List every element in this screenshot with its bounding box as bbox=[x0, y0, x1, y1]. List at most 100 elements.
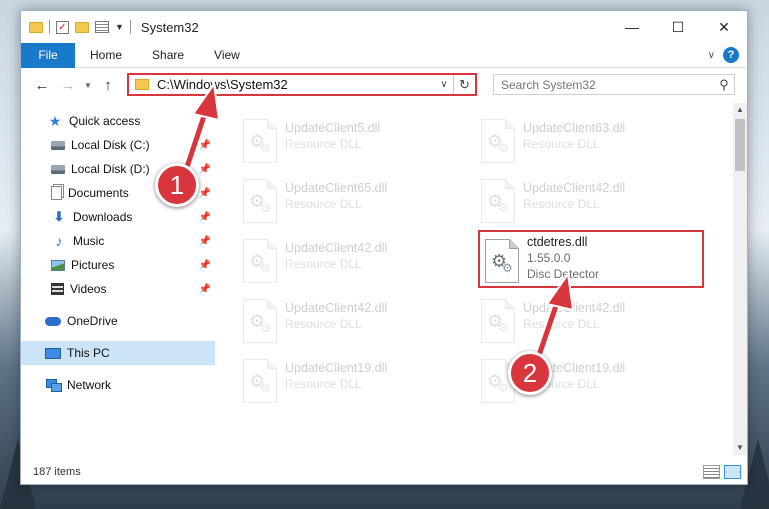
sidebar-item-videos[interactable]: Videos 📌 bbox=[21, 277, 215, 301]
sidebar-item-label: Quick access bbox=[69, 114, 141, 128]
title-bar: ✓ ▼ System32 — ☐ ✕ bbox=[21, 11, 747, 43]
file-type: Resource DLL bbox=[523, 317, 600, 331]
sidebar-item-downloads[interactable]: ⬇ Downloads 📌 bbox=[21, 205, 215, 229]
sidebar-item-music[interactable]: ♪ Music 📌 bbox=[21, 229, 215, 253]
large-icons-view-icon[interactable] bbox=[724, 465, 741, 479]
file-name: UpdateClient42.dll bbox=[285, 241, 388, 255]
back-arrow-icon[interactable]: ← bbox=[29, 77, 55, 94]
ribbon-right-controls: ∨ ? bbox=[708, 47, 739, 63]
list-item[interactable]: ⚙ ⚙ UpdateClient42.dll Resource DLL bbox=[475, 295, 705, 349]
file-type: Resource DLL bbox=[523, 197, 600, 211]
pin-icon[interactable]: 📌 bbox=[199, 188, 211, 199]
help-icon[interactable]: ? bbox=[723, 47, 739, 63]
view-toggle bbox=[703, 465, 741, 479]
list-item[interactable]: ⚙ ⚙ UpdateClient63.dll Resource DLL bbox=[475, 115, 705, 169]
recent-locations-dropdown-icon[interactable]: ▼ bbox=[81, 81, 95, 90]
file-type: Resource DLL bbox=[285, 137, 362, 151]
file-type: Resource DLL bbox=[285, 257, 362, 271]
scroll-down-icon[interactable]: ▼ bbox=[733, 441, 747, 455]
pin-icon[interactable]: 📌 bbox=[199, 260, 211, 271]
up-arrow-icon[interactable]: ↑ bbox=[95, 77, 121, 94]
search-box[interactable]: ⚲ bbox=[493, 74, 735, 95]
pin-icon[interactable]: 📌 bbox=[199, 284, 211, 295]
list-item[interactable]: ⚙ ⚙ UpdateClient42.dll Resource DLL bbox=[237, 295, 467, 349]
search-icon[interactable]: ⚲ bbox=[714, 77, 734, 93]
pin-icon[interactable]: 📌 bbox=[199, 236, 211, 247]
file-type: Resource DLL bbox=[285, 197, 362, 211]
maximize-button[interactable]: ☐ bbox=[655, 11, 701, 43]
list-item[interactable]: ⚙ ⚙ UpdateClient42.dll Resource DLL bbox=[475, 175, 705, 229]
star-icon: ★ bbox=[48, 112, 62, 129]
expand-ribbon-icon[interactable]: ∨ bbox=[708, 50, 715, 61]
list-item[interactable]: ⚙ ⚙ UpdateClient42.dll Resource DLL bbox=[237, 235, 467, 289]
dll-file-icon: ⚙ ⚙ bbox=[481, 119, 515, 163]
details-view-icon[interactable] bbox=[703, 465, 720, 479]
sidebar-item-local-disk-c[interactable]: Local Disk (C:) 📌 bbox=[21, 133, 215, 157]
dll-file-icon: ⚙ ⚙ bbox=[243, 239, 277, 283]
sidebar-item-label: Videos bbox=[70, 282, 107, 296]
refresh-icon[interactable]: ↻ bbox=[453, 75, 475, 94]
videos-icon bbox=[51, 283, 64, 295]
sidebar-item-label: Local Disk (C:) bbox=[71, 138, 150, 152]
pin-icon[interactable]: 📌 bbox=[199, 212, 211, 223]
step-2-badge: 2 bbox=[508, 351, 552, 395]
file-list: ⚙ ⚙ UpdateClient5.dll Resource DLL ⚙ ⚙ Upda… bbox=[217, 107, 733, 457]
address-path[interactable]: C:\Windows\System32 bbox=[157, 77, 435, 92]
status-bar: 187 items bbox=[21, 459, 747, 485]
dll-file-icon: ⚙ ⚙ bbox=[243, 179, 277, 223]
navigation-pane: ★ Quick access Local Disk (C:) 📌 Local D… bbox=[21, 107, 215, 457]
new-folder-icon[interactable] bbox=[75, 21, 89, 33]
sidebar-item-label: Local Disk (D:) bbox=[71, 162, 150, 176]
quick-access-toolbar: ✓ ▼ bbox=[21, 20, 131, 34]
item-count: 187 items bbox=[33, 466, 81, 478]
file-name: UpdateClient5.dll bbox=[285, 121, 381, 135]
toolbar-divider bbox=[49, 20, 50, 34]
file-type: Resource DLL bbox=[285, 317, 362, 331]
close-button[interactable]: ✕ bbox=[701, 11, 747, 43]
scroll-up-icon[interactable]: ▲ bbox=[733, 103, 747, 117]
pictures-icon bbox=[51, 259, 65, 271]
tab-share[interactable]: Share bbox=[137, 48, 199, 62]
dll-file-icon: ⚙ ⚙ bbox=[481, 299, 515, 343]
sidebar-item-label: Documents bbox=[68, 186, 129, 200]
tab-file[interactable]: File bbox=[21, 42, 75, 68]
step-1-badge: 1 bbox=[155, 163, 199, 207]
tab-view[interactable]: View bbox=[199, 48, 255, 62]
ribbon-tabs: File Home Share View ∨ ? bbox=[21, 42, 747, 68]
dll-file-icon: ⚙ ⚙ bbox=[481, 179, 515, 223]
sidebar-item-pictures[interactable]: Pictures 📌 bbox=[21, 253, 215, 277]
properties-check-icon[interactable]: ✓ bbox=[56, 20, 69, 34]
list-item[interactable]: ⚙ ⚙ UpdateClient19.dll Resource DLL bbox=[237, 355, 467, 409]
folder-icon bbox=[135, 79, 149, 90]
sidebar-item-onedrive[interactable]: OneDrive bbox=[21, 309, 215, 333]
address-dropdown-icon[interactable]: ∨ bbox=[435, 79, 453, 90]
minimize-button[interactable]: — bbox=[609, 11, 655, 43]
forward-arrow-icon[interactable]: → bbox=[55, 77, 81, 94]
scroll-thumb[interactable] bbox=[735, 119, 745, 171]
network-icon bbox=[45, 379, 62, 392]
sidebar-item-label: Network bbox=[67, 378, 112, 392]
address-bar[interactable]: C:\Windows\System32 ∨ ↻ bbox=[127, 73, 477, 96]
sidebar-item-quick-access[interactable]: ★ Quick access bbox=[21, 109, 215, 133]
folder-icon bbox=[29, 21, 43, 33]
properties-icon[interactable] bbox=[95, 21, 109, 33]
customize-toolbar-dropdown-icon[interactable]: ▼ bbox=[115, 22, 124, 32]
this-pc-icon bbox=[45, 347, 61, 359]
list-item[interactable]: ⚙ ⚙ UpdateClient5.dll Resource DLL bbox=[237, 115, 467, 169]
pin-icon[interactable]: 📌 bbox=[199, 140, 211, 151]
drive-icon bbox=[51, 164, 65, 174]
sidebar-item-network[interactable]: Network bbox=[21, 373, 215, 397]
sidebar-item-label: Downloads bbox=[73, 210, 133, 224]
onedrive-icon bbox=[45, 316, 61, 326]
search-input[interactable] bbox=[494, 77, 714, 92]
window-title: System32 bbox=[140, 19, 199, 35]
navigation-bar: ← → ▼ ↑ C:\Windows\System32 ∨ ↻ ⚲ bbox=[21, 69, 747, 101]
pin-icon[interactable]: 📌 bbox=[199, 164, 211, 175]
list-item[interactable]: ⚙ ⚙ UpdateClient65.dll Resource DLL bbox=[237, 175, 467, 229]
documents-icon bbox=[51, 186, 62, 200]
tab-home[interactable]: Home bbox=[75, 48, 137, 62]
vertical-scrollbar[interactable]: ▲ ▼ bbox=[733, 103, 747, 455]
sidebar-item-this-pc[interactable]: This PC bbox=[21, 341, 215, 365]
toolbar-divider bbox=[129, 20, 131, 34]
file-name: UpdateClient63.dll bbox=[523, 121, 626, 135]
